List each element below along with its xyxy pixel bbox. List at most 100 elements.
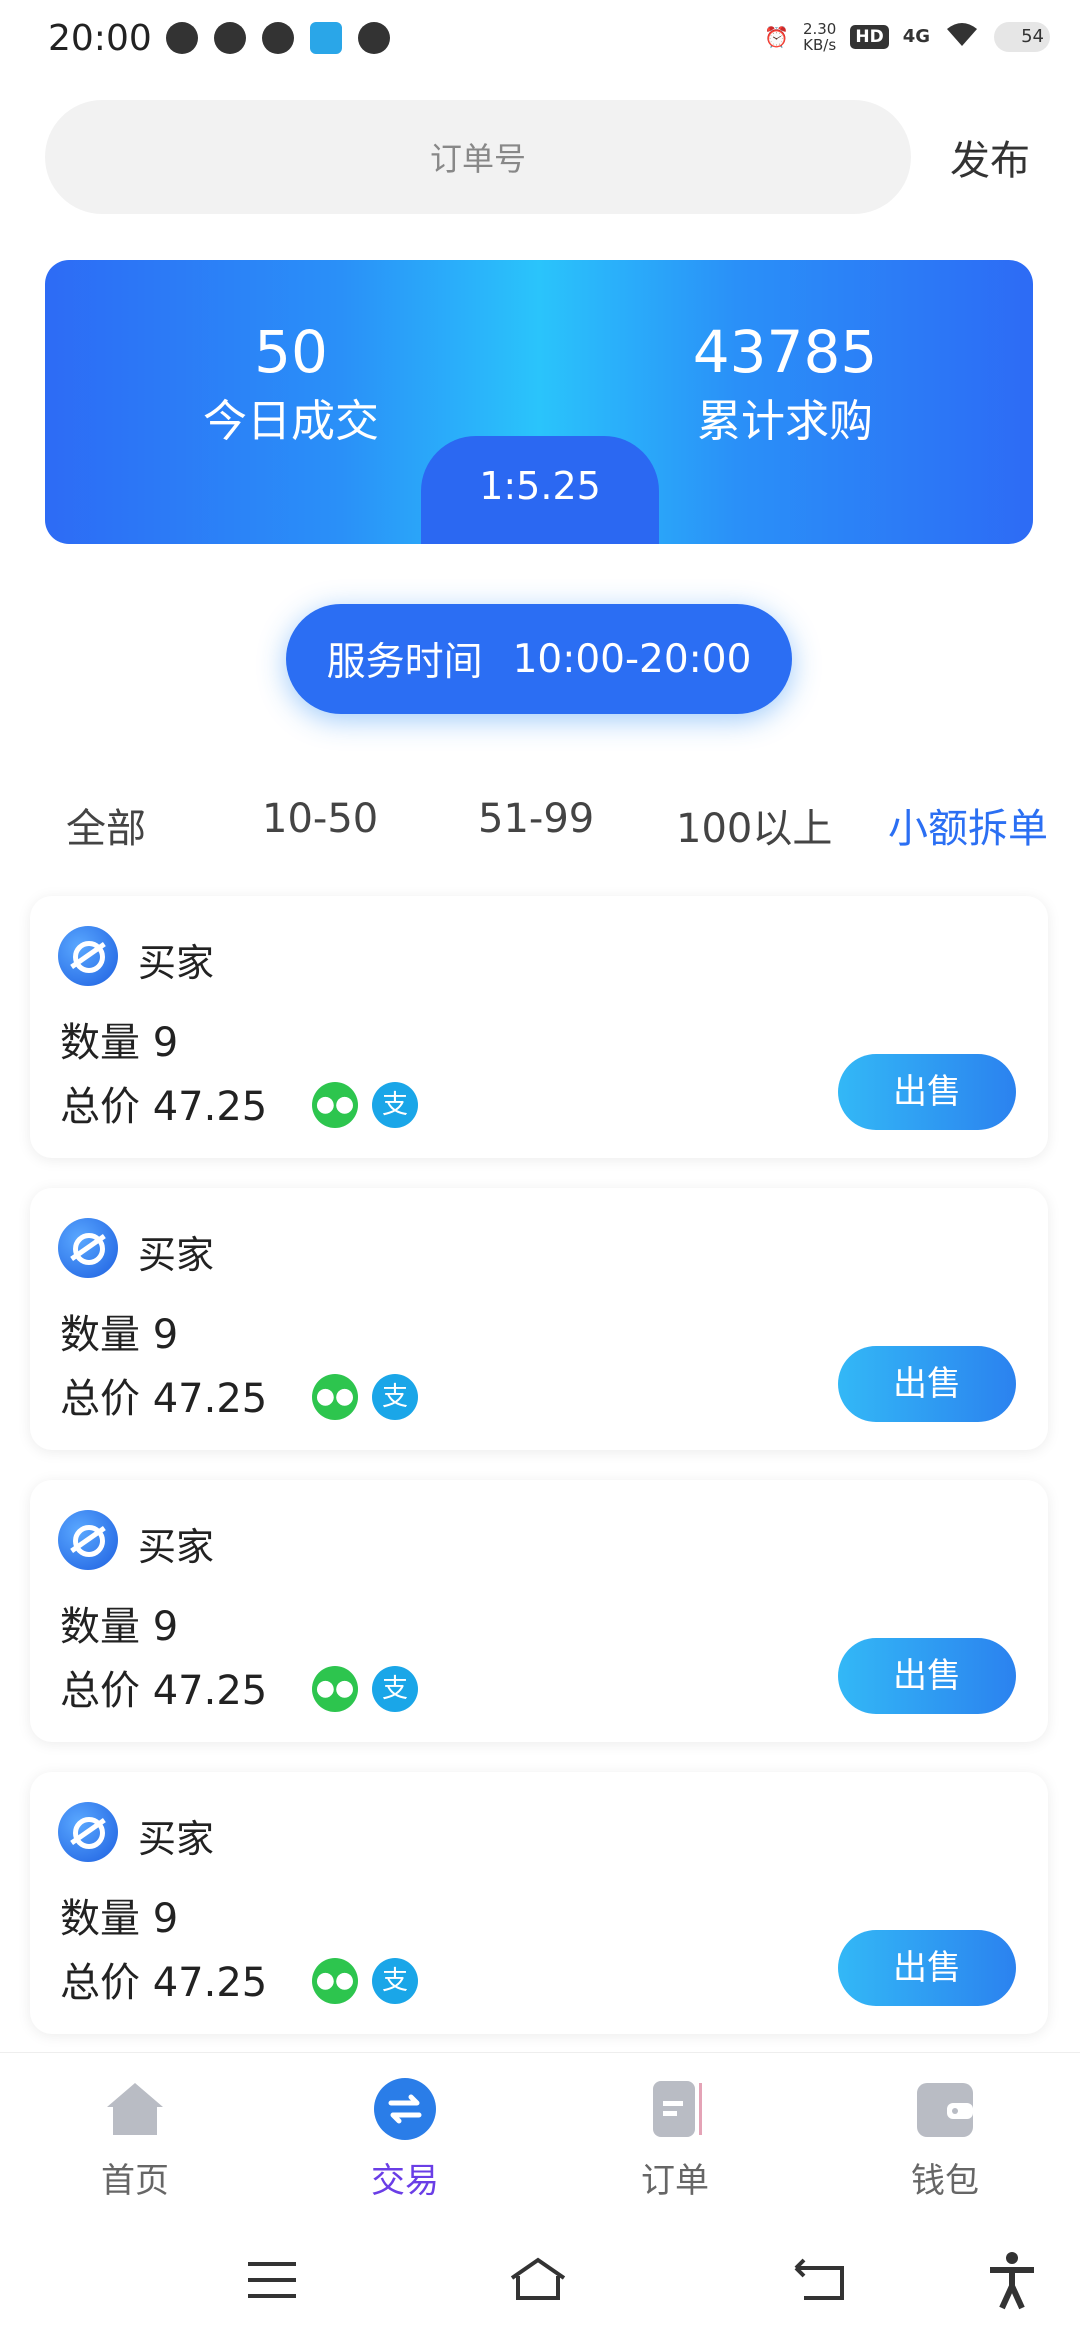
total-price-label: 总价 bbox=[60, 1084, 140, 1130]
sell-button[interactable]: 出售 bbox=[838, 1638, 1016, 1714]
amount-filter-tabs: 全部 10-50 51-99 100以上 小额拆单 bbox=[0, 796, 1080, 862]
nav-wallet-label: 钱包 bbox=[911, 2161, 979, 2201]
network-speed: 2.30 KB/s bbox=[803, 21, 836, 53]
accessibility-icon[interactable] bbox=[982, 2250, 1042, 2310]
wifi-icon bbox=[944, 20, 980, 53]
buyer-logo-icon bbox=[58, 926, 118, 986]
today-deals-value: 50 bbox=[254, 318, 328, 386]
order-card: 买家 数量 9 总价 47.25 ●● 支 出售 bbox=[30, 896, 1048, 1158]
nav-wallet[interactable]: 钱包 bbox=[865, 2077, 1025, 2202]
quantity: 数量 9 bbox=[60, 1302, 178, 1360]
signal-icon: 4G bbox=[902, 26, 930, 47]
location-icon bbox=[214, 22, 246, 54]
total-price-value: 47.25 bbox=[152, 1376, 268, 1422]
sell-button[interactable]: 出售 bbox=[838, 1930, 1016, 2006]
wallet-icon bbox=[917, 2083, 973, 2137]
search-placeholder: 订单号 bbox=[429, 140, 526, 178]
buyer-logo-icon bbox=[58, 1218, 118, 1278]
hd-icon: HD bbox=[850, 24, 889, 49]
quantity-value: 9 bbox=[152, 1020, 179, 1066]
total-purchase-label: 累计求购 bbox=[697, 396, 873, 447]
tab-all[interactable]: 全部 bbox=[66, 796, 146, 854]
order-icon bbox=[653, 2081, 702, 2137]
alipay-icon: 支 bbox=[372, 1374, 418, 1420]
sell-button[interactable]: 出售 bbox=[838, 1054, 1016, 1130]
buyer-name: 买家 bbox=[138, 1817, 215, 1861]
sell-button[interactable]: 出售 bbox=[838, 1346, 1016, 1422]
total-price-value: 47.25 bbox=[152, 1084, 268, 1130]
total-price-value: 47.25 bbox=[152, 1960, 268, 2006]
stats-banner: 50 今日成交 43785 累计求购 1:5.25 bbox=[45, 260, 1033, 544]
quantity-label: 数量 bbox=[60, 1020, 140, 1066]
tab-small-split[interactable]: 小额拆单 bbox=[888, 796, 1048, 854]
total-purchase-stat: 43785 累计求购 bbox=[635, 320, 935, 452]
order-card: 买家 数量 9 总价 47.25 ●● 支 出售 bbox=[30, 1480, 1048, 1742]
quantity-value: 9 bbox=[152, 1312, 179, 1358]
total-price: 总价 47.25 bbox=[60, 1950, 267, 2008]
exchange-rate: 1:5.25 bbox=[421, 436, 659, 544]
status-right: ⏰ 2.30 KB/s HD 4G 54 bbox=[764, 20, 1050, 53]
today-deals-stat: 50 今日成交 bbox=[141, 320, 441, 452]
app-notification-icon bbox=[310, 22, 342, 54]
nav-home-label: 首页 bbox=[101, 2161, 169, 2201]
order-card: 买家 数量 9 总价 47.25 ●● 支 出售 bbox=[30, 1772, 1048, 2034]
buyer-logo-icon bbox=[58, 1510, 118, 1570]
battery-icon: 54 bbox=[994, 21, 1050, 52]
speed-value: 2.30 bbox=[802, 19, 837, 38]
service-time-hours: 10:00-20:00 bbox=[512, 636, 752, 682]
nav-trade-label: 交易 bbox=[371, 2161, 439, 2201]
quantity-value: 9 bbox=[152, 1604, 179, 1650]
status-bar: 20:00 ⏰ 2.30 KB/s HD 4G 54 bbox=[0, 0, 1080, 84]
alipay-icon: 支 bbox=[372, 1082, 418, 1128]
total-purchase-value: 43785 bbox=[692, 318, 878, 386]
tab-51-99[interactable]: 51-99 bbox=[478, 796, 594, 842]
alipay-icon: 支 bbox=[372, 1958, 418, 2004]
alipay-icon: 支 bbox=[372, 1666, 418, 1712]
total-price-label: 总价 bbox=[60, 1668, 140, 1714]
speed-unit: KB/s bbox=[803, 35, 837, 54]
service-time-label: 服务时间 bbox=[326, 640, 483, 685]
wechat-pay-icon: ●● bbox=[312, 1666, 358, 1712]
wechat-pay-icon: ●● bbox=[312, 1082, 358, 1128]
publish-button[interactable]: 发布 bbox=[950, 128, 1030, 186]
home-icon bbox=[107, 2083, 163, 2135]
total-price-value: 47.25 bbox=[152, 1668, 268, 1714]
total-price: 总价 47.25 bbox=[60, 1658, 267, 1716]
home-button-icon[interactable] bbox=[508, 2250, 568, 2310]
notification-icons bbox=[166, 22, 390, 54]
nav-home[interactable]: 首页 bbox=[55, 2077, 215, 2202]
nav-orders[interactable]: 订单 bbox=[595, 2077, 755, 2202]
buyer-name: 买家 bbox=[138, 941, 215, 985]
total-price-label: 总价 bbox=[60, 1960, 140, 2006]
quantity-label: 数量 bbox=[60, 1896, 140, 1942]
buyer-name: 买家 bbox=[138, 1233, 215, 1277]
total-price: 总价 47.25 bbox=[60, 1366, 267, 1424]
cat-icon bbox=[358, 22, 390, 54]
quantity: 数量 9 bbox=[60, 1594, 178, 1652]
total-price: 总价 47.25 bbox=[60, 1074, 267, 1132]
total-price-label: 总价 bbox=[60, 1376, 140, 1422]
order-search-input[interactable]: 订单号 bbox=[45, 100, 911, 214]
quantity-label: 数量 bbox=[60, 1604, 140, 1650]
tab-100-plus[interactable]: 100以上 bbox=[676, 796, 832, 854]
buyer-logo-icon bbox=[58, 1802, 118, 1862]
exchange-icon bbox=[374, 2078, 436, 2140]
tab-10-50[interactable]: 10-50 bbox=[262, 796, 378, 842]
status-time: 20:00 bbox=[48, 18, 152, 59]
quantity: 数量 9 bbox=[60, 1010, 178, 1068]
check-icon bbox=[262, 22, 294, 54]
system-nav-bar bbox=[0, 2220, 1080, 2340]
wechat-pay-icon: ●● bbox=[312, 1374, 358, 1420]
quantity-label: 数量 bbox=[60, 1312, 140, 1358]
today-deals-label: 今日成交 bbox=[203, 396, 379, 447]
nav-trade[interactable]: 交易 bbox=[325, 2077, 485, 2202]
order-card: 买家 数量 9 总价 47.25 ●● 支 出售 bbox=[30, 1188, 1048, 1450]
buyer-name: 买家 bbox=[138, 1525, 215, 1569]
qq-icon bbox=[166, 22, 198, 54]
menu-icon[interactable] bbox=[242, 2250, 302, 2310]
quantity: 数量 9 bbox=[60, 1886, 178, 1944]
alarm-icon: ⏰ bbox=[764, 24, 789, 49]
quantity-value: 9 bbox=[152, 1896, 179, 1942]
service-time-badge: 服务时间 10:00-20:00 bbox=[286, 604, 792, 714]
back-icon[interactable] bbox=[790, 2250, 850, 2310]
